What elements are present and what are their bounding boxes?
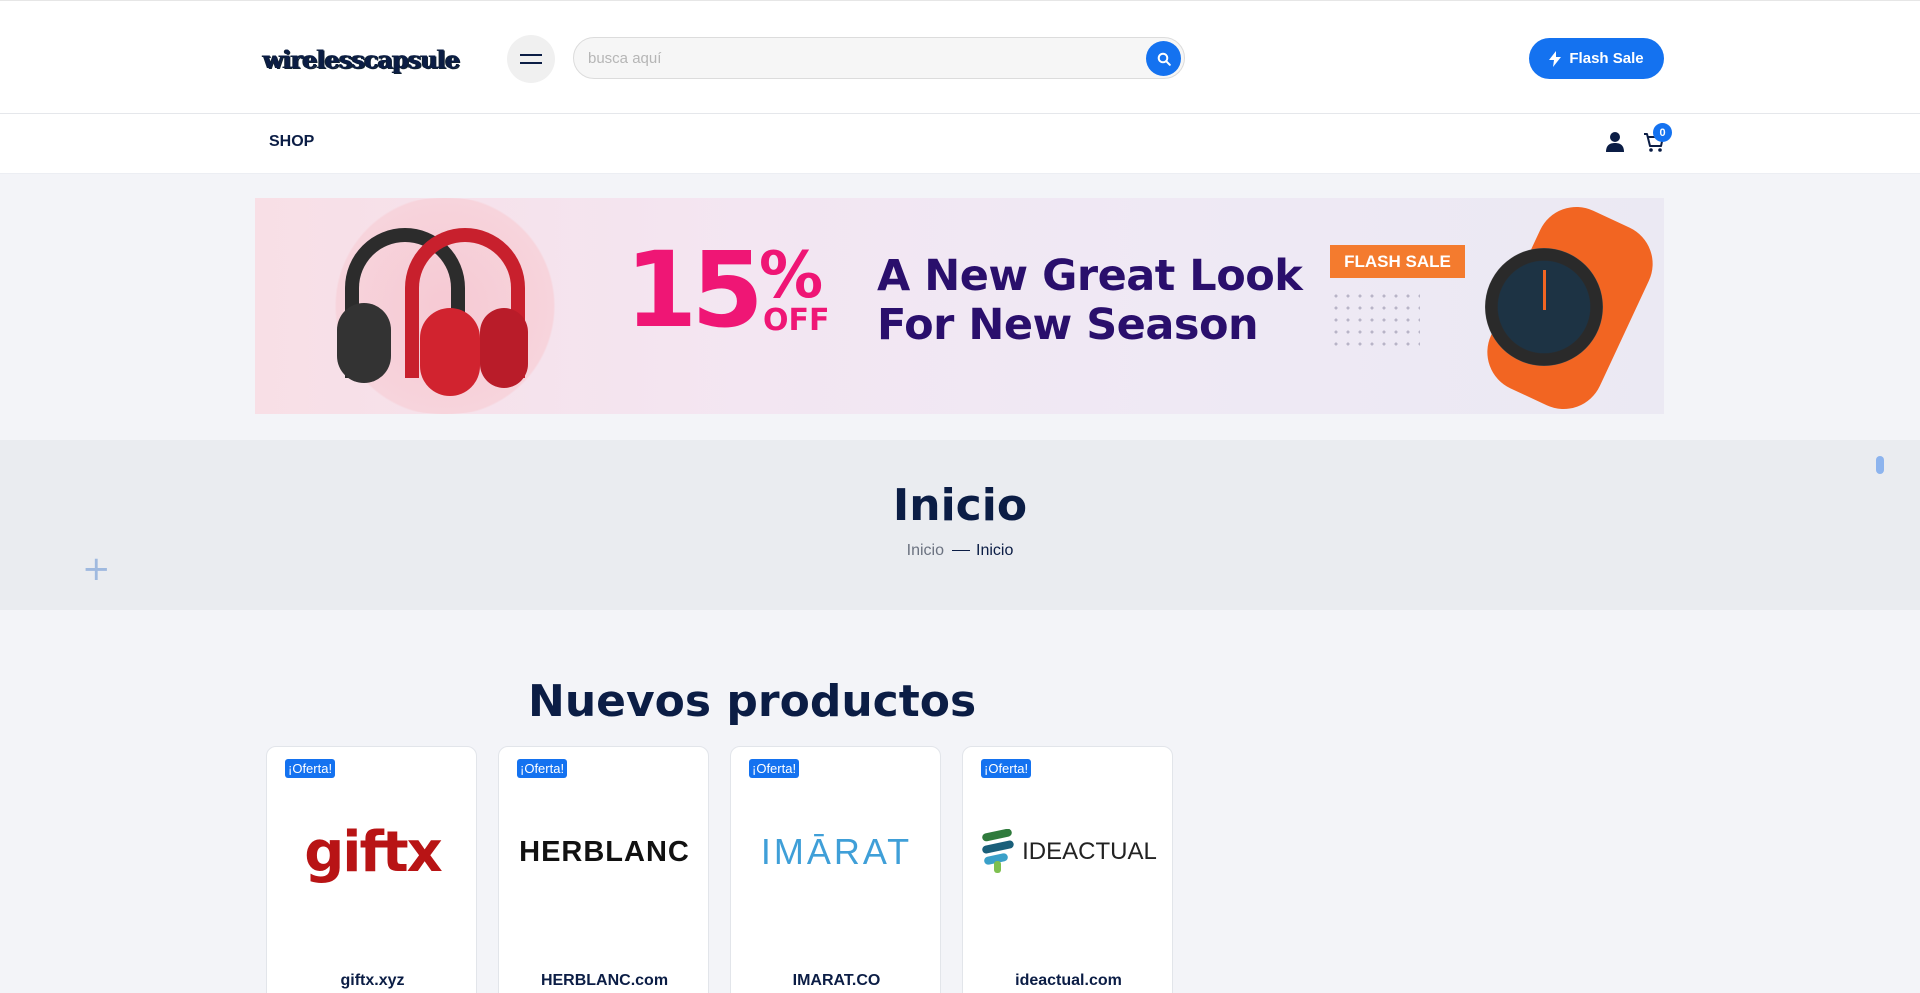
discount-percent: % (759, 239, 824, 313)
search-bar (573, 37, 1185, 79)
product-name[interactable]: ideactual.com (963, 972, 1172, 990)
product-logo-text: IMĀRAT (760, 831, 913, 872)
site-logo[interactable]: wirelesscapsule (263, 45, 460, 74)
product-name[interactable]: HERBLANC.com (499, 972, 708, 990)
menu-toggle-button[interactable] (507, 35, 555, 83)
product-logo: HERBLANC (499, 797, 708, 907)
breadcrumb-current: Inicio (976, 542, 1014, 559)
nav-item-shop[interactable]: SHOP (269, 133, 314, 151)
offer-badge: ¡Oferta! (981, 759, 1032, 778)
banner-headline: A New Great Look For New Season (877, 251, 1303, 350)
product-logo-text: HERBLANC (519, 835, 690, 868)
breadcrumb-separator (952, 550, 970, 552)
promo-banner[interactable]: 15 % OFF A New Great Look For New Season… (255, 198, 1664, 414)
banner-headline-line1: A New Great Look (877, 251, 1303, 301)
offer-badge: ¡Oferta! (285, 759, 336, 778)
breadcrumb-link-home[interactable]: Inicio (907, 542, 944, 559)
product-name[interactable]: IMARAT.CO (731, 972, 940, 990)
product-logo-text: IDEACTUAL (1022, 838, 1157, 865)
product-name[interactable]: giftx.xyz (267, 972, 476, 990)
page-title: Inicio (892, 480, 1028, 531)
search-button[interactable] (1146, 41, 1181, 76)
ideactual-logo-icon (982, 829, 1014, 873)
main-nav: SHOP 0 (0, 114, 1920, 174)
discount-off: OFF (763, 303, 830, 338)
product-logo: giftx (267, 797, 476, 907)
page-header: Inicio Inicio Inicio + (0, 440, 1920, 610)
pill-decoration (1876, 456, 1884, 474)
product-logo: IMĀRAT (731, 797, 940, 907)
breadcrumb: Inicio Inicio (0, 542, 1920, 560)
search-input[interactable] (588, 38, 1138, 78)
flash-sale-label: Flash Sale (1569, 50, 1644, 67)
discount-text: 15 % OFF (625, 238, 830, 342)
product-logo: IDEACTUAL (963, 797, 1172, 907)
product-card[interactable]: ¡Oferta! giftx giftx.xyz (266, 746, 477, 993)
cart-count-badge: 0 (1653, 123, 1672, 142)
product-logo-text: giftx (304, 819, 443, 885)
flash-sale-button[interactable]: Flash Sale (1529, 38, 1664, 79)
offer-badge: ¡Oferta! (517, 759, 568, 778)
product-card[interactable]: ¡Oferta! IDEACTUAL ideactual.com (962, 746, 1173, 993)
banner-headline-line2: For New Season (877, 300, 1259, 350)
plus-decoration-icon: + (82, 549, 111, 589)
dots-decoration (1330, 290, 1420, 354)
hamburger-icon (520, 54, 542, 64)
discount-number: 15 (625, 229, 764, 351)
watch-image (1485, 248, 1603, 366)
flash-sale-tag: FLASH SALE (1330, 245, 1465, 278)
header: wirelesscapsule Flash Sale (0, 0, 1920, 114)
product-card[interactable]: ¡Oferta! HERBLANC HERBLANC.com (498, 746, 709, 993)
search-icon (1157, 52, 1171, 66)
offer-badge: ¡Oferta! (749, 759, 800, 778)
lightning-icon (1549, 50, 1562, 67)
product-card[interactable]: ¡Oferta! IMĀRAT IMARAT.CO (730, 746, 941, 993)
user-icon[interactable] (1605, 131, 1625, 153)
section-title: Nuevos productos (528, 676, 977, 727)
